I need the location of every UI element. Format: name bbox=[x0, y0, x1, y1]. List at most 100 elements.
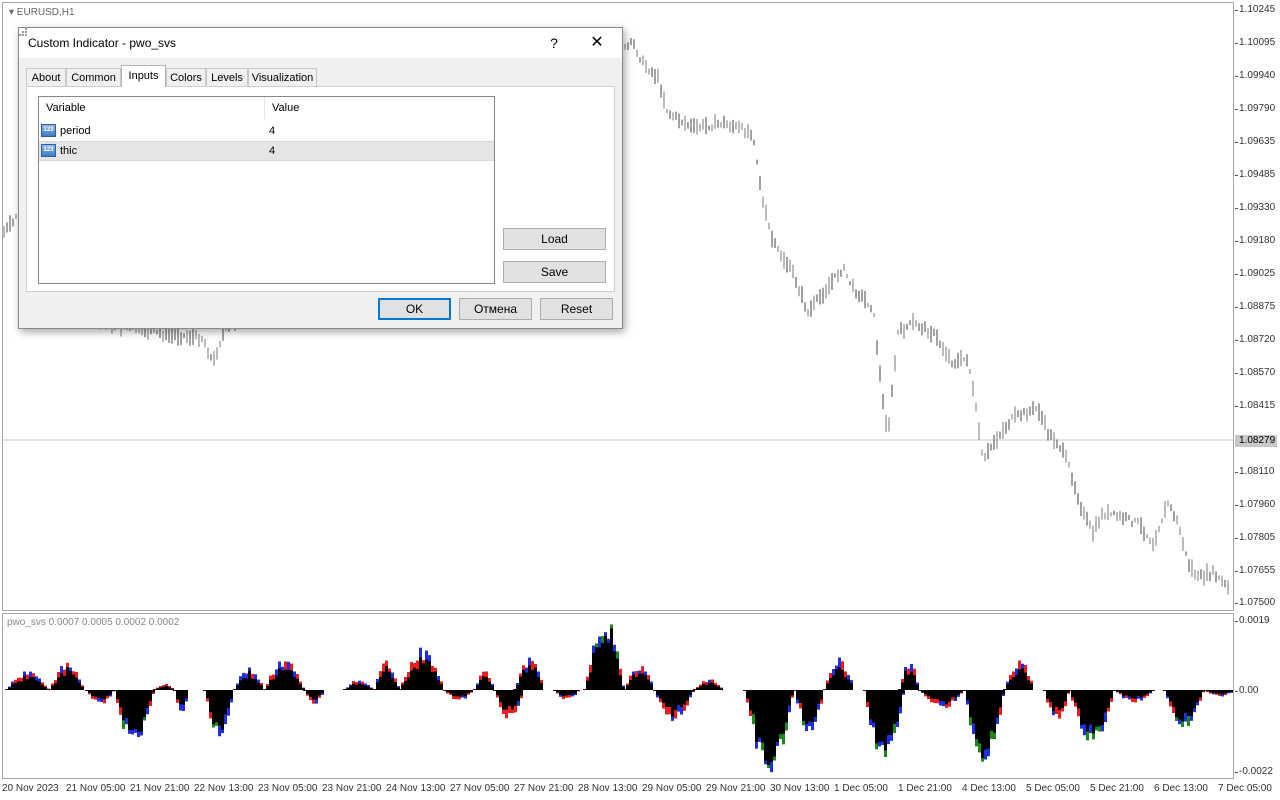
ind-scale-zero: 0.00 bbox=[1234, 685, 1259, 696]
histogram-cap bbox=[622, 685, 625, 687]
histogram-cap bbox=[434, 667, 437, 672]
histogram-cap bbox=[81, 685, 84, 687]
histogram-cap bbox=[948, 701, 951, 707]
histogram-cap bbox=[299, 681, 302, 685]
histogram-cap bbox=[72, 671, 75, 675]
histogram-cap bbox=[168, 686, 171, 688]
histogram-cap bbox=[782, 733, 785, 745]
save-button[interactable]: Save bbox=[503, 261, 606, 283]
histogram-cap bbox=[88, 692, 91, 695]
dialog-titlebar[interactable]: Custom Indicator - pwo_svs ? ✕ bbox=[19, 28, 622, 58]
histogram-cap bbox=[1215, 693, 1218, 695]
histogram-cap bbox=[1098, 726, 1101, 732]
histogram-cap bbox=[227, 707, 230, 716]
histogram-cap bbox=[505, 709, 508, 719]
histogram-cap bbox=[425, 650, 428, 660]
histogram-cap bbox=[589, 665, 592, 673]
help-button[interactable]: ? bbox=[539, 32, 569, 54]
tab-visualization[interactable]: Visualization bbox=[248, 68, 317, 86]
histogram-cap bbox=[996, 717, 999, 724]
cancel-button[interactable]: Отмена bbox=[459, 298, 532, 320]
column-header-variable[interactable]: Variable bbox=[39, 97, 265, 119]
price-tick: 1.09635 bbox=[1234, 136, 1276, 147]
histogram-cap bbox=[720, 687, 723, 689]
histogram-cap bbox=[1092, 733, 1095, 740]
input-row-period[interactable]: 123 period 4 bbox=[39, 121, 494, 141]
histogram-cap bbox=[749, 710, 752, 716]
histogram-cap bbox=[1061, 708, 1064, 712]
histogram-cap bbox=[814, 716, 817, 722]
histogram-cap bbox=[534, 664, 537, 668]
histogram-cap bbox=[1137, 696, 1140, 699]
histogram-cap bbox=[26, 674, 29, 680]
tab-inputs[interactable]: Inputs bbox=[121, 65, 166, 87]
close-icon[interactable]: ✕ bbox=[582, 32, 612, 54]
histogram-cap bbox=[1202, 691, 1205, 693]
histogram-cap bbox=[482, 671, 485, 677]
price-tick: 1.08570 bbox=[1234, 367, 1276, 378]
histogram-cap bbox=[528, 657, 531, 666]
histogram-cap bbox=[574, 693, 577, 696]
histogram-cap bbox=[446, 692, 449, 694]
histogram-cap bbox=[686, 700, 689, 706]
tab-about[interactable]: About bbox=[26, 68, 66, 86]
variable-value[interactable]: 4 bbox=[269, 121, 275, 141]
histogram-cap bbox=[1166, 695, 1169, 699]
histogram-cap bbox=[1227, 692, 1230, 694]
indicator-pane[interactable]: pwo_svs 0.0007 0.0005 0.0002 0.0002 bbox=[2, 613, 1234, 779]
histogram-cap bbox=[788, 705, 791, 713]
tab-common[interactable]: Common bbox=[66, 68, 121, 86]
price-tick: 1.10245 bbox=[1234, 4, 1276, 15]
histogram-cap bbox=[656, 695, 659, 698]
histogram-cap bbox=[1181, 721, 1184, 727]
histogram-cap bbox=[1012, 671, 1015, 678]
resize-grip-icon[interactable] bbox=[19, 28, 27, 36]
reset-button[interactable]: Reset bbox=[540, 298, 613, 320]
histogram-cap bbox=[137, 731, 140, 737]
load-button[interactable]: Load bbox=[503, 228, 606, 250]
price-tick: 1.09025 bbox=[1234, 268, 1276, 279]
histogram-cap bbox=[502, 709, 505, 714]
column-header-value[interactable]: Value bbox=[265, 97, 494, 119]
histogram-cap bbox=[942, 701, 945, 707]
histogram-bar bbox=[607, 638, 610, 690]
histogram-bar bbox=[761, 690, 764, 751]
histogram-cap bbox=[41, 682, 44, 685]
histogram-cap bbox=[306, 693, 309, 696]
histogram-cap bbox=[841, 661, 844, 670]
histogram-cap bbox=[531, 661, 534, 670]
histogram-cap bbox=[610, 624, 613, 629]
histogram-bar bbox=[755, 690, 758, 749]
histogram-cap bbox=[869, 719, 872, 725]
histogram-cap bbox=[394, 678, 397, 683]
histogram-bar bbox=[767, 690, 770, 769]
histogram-cap bbox=[479, 675, 482, 681]
price-scale: 1.10245 1.10095 1.09940 1.09790 1.09635 1.094… bbox=[1234, 0, 1280, 612]
histogram-cap bbox=[607, 638, 610, 643]
tab-colors[interactable]: Colors bbox=[166, 68, 206, 86]
histogram-cap bbox=[519, 673, 522, 677]
ok-button[interactable]: OK bbox=[378, 298, 451, 320]
time-label: 27 Nov 05:00 bbox=[450, 783, 510, 794]
histogram-cap bbox=[361, 681, 364, 685]
histogram-cap bbox=[1221, 694, 1224, 697]
histogram-cap bbox=[103, 699, 106, 704]
histogram-cap bbox=[711, 679, 714, 683]
variable-value[interactable]: 4 bbox=[269, 142, 275, 160]
histogram-cap bbox=[75, 672, 78, 678]
histogram-cap bbox=[32, 673, 35, 678]
histogram-bar bbox=[758, 690, 761, 742]
histogram-cap bbox=[257, 679, 260, 683]
histogram-cap bbox=[592, 645, 595, 653]
histogram-cap bbox=[1104, 712, 1107, 722]
histogram-cap bbox=[896, 721, 899, 727]
histogram-cap bbox=[1024, 665, 1027, 673]
tab-levels[interactable]: Levels bbox=[206, 68, 248, 86]
histogram-cap bbox=[537, 671, 540, 678]
histogram-cap bbox=[901, 679, 904, 683]
histogram-cap bbox=[568, 695, 571, 698]
input-row-thic[interactable]: 123 thic 4 bbox=[39, 141, 494, 161]
histogram-cap bbox=[987, 748, 990, 757]
histogram-bar bbox=[802, 690, 805, 726]
histogram-bar bbox=[143, 690, 146, 721]
